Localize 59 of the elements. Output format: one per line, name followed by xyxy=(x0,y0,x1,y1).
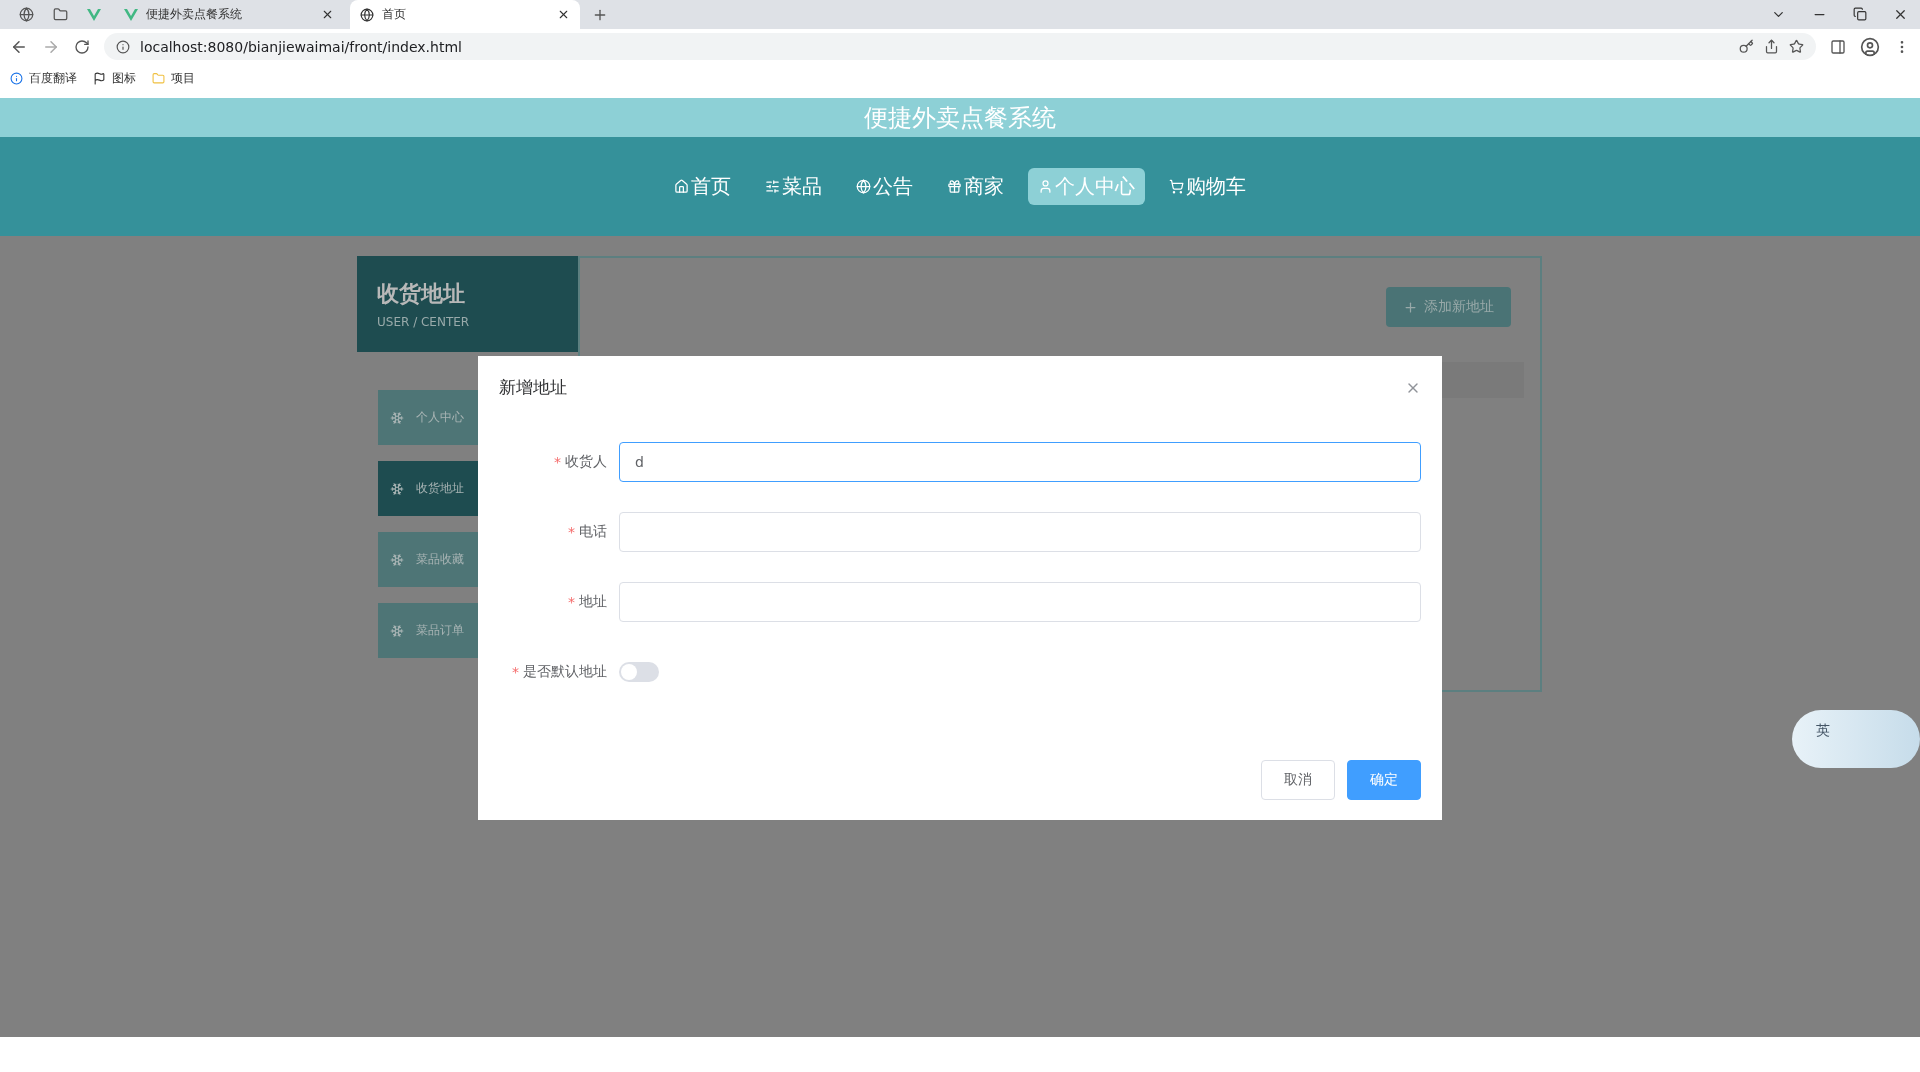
flag-icon xyxy=(93,71,106,85)
v-logo-icon xyxy=(124,8,138,21)
sidebar-title: 收货地址 xyxy=(377,280,466,308)
profile-icon[interactable] xyxy=(1860,36,1880,57)
field-label: 地址 xyxy=(579,593,607,611)
close-icon[interactable] xyxy=(321,8,334,21)
nav-item[interactable]: 商家 xyxy=(937,168,1014,205)
nav-item[interactable]: 首页 xyxy=(664,168,741,205)
side-panel-icon[interactable] xyxy=(1830,38,1846,55)
cart-icon xyxy=(1169,179,1184,194)
snowflake-icon xyxy=(390,623,404,638)
bookmark-star-icon[interactable] xyxy=(1789,39,1804,54)
input-field[interactable]: d xyxy=(619,442,1421,482)
address-bar[interactable]: localhost:8080/bianjiewaimai/front/index.html xyxy=(104,33,1816,60)
home-icon xyxy=(674,179,689,194)
info-icon xyxy=(10,71,23,85)
sliders-icon xyxy=(765,179,780,194)
share-icon[interactable] xyxy=(1764,39,1779,54)
close-icon[interactable] xyxy=(1893,7,1908,22)
input-field[interactable] xyxy=(619,582,1421,622)
bookmark-item[interactable]: 项目 xyxy=(152,69,195,87)
nav-item[interactable]: 菜品 xyxy=(755,168,832,205)
globe-icon[interactable] xyxy=(18,7,34,22)
toggle-switch[interactable] xyxy=(619,662,659,682)
browser-tab[interactable]: 首页 xyxy=(350,0,580,29)
key-icon[interactable] xyxy=(1739,39,1754,54)
reload-icon[interactable] xyxy=(74,38,90,55)
field-label: 收货人 xyxy=(565,453,607,471)
required-mark: * xyxy=(568,594,575,610)
folder-icon xyxy=(152,71,165,85)
globe-icon xyxy=(360,7,374,22)
restore-icon[interactable] xyxy=(1853,7,1867,21)
nav-item[interactable]: 公告 xyxy=(846,168,923,205)
globe-icon xyxy=(856,179,871,194)
snowflake-icon xyxy=(390,481,404,496)
ime-widget[interactable]: 英 xyxy=(1792,710,1920,768)
info-icon xyxy=(116,39,130,54)
nav-item[interactable]: 购物车 xyxy=(1159,168,1256,205)
browser-tab[interactable]: 便捷外卖点餐系统 xyxy=(114,0,344,29)
ime-mode-text: 英 xyxy=(1816,722,1830,740)
sidebar-subtitle: USER / CENTER xyxy=(377,315,471,329)
bookmark-item[interactable]: 百度翻译 xyxy=(10,69,77,87)
field-label: 电话 xyxy=(579,523,607,541)
field-label: 是否默认地址 xyxy=(523,663,607,681)
url-text: localhost:8080/bianjiewaimai/front/index.html xyxy=(140,38,462,55)
cancel-button[interactable]: 取消 xyxy=(1261,760,1335,800)
snowflake-icon xyxy=(390,410,404,425)
plus-icon xyxy=(1403,299,1418,315)
user-icon xyxy=(1038,179,1053,194)
required-mark: * xyxy=(554,454,561,470)
dialog-title: 新增地址 xyxy=(499,376,567,399)
required-mark: * xyxy=(568,524,575,540)
required-mark: * xyxy=(512,664,519,680)
gift-icon xyxy=(947,179,962,194)
close-icon[interactable] xyxy=(557,8,570,21)
bookmark-item[interactable]: 图标 xyxy=(93,69,136,87)
site-title: 便捷外卖点餐系统 xyxy=(864,102,1056,134)
snowflake-icon xyxy=(390,552,404,567)
input-field[interactable] xyxy=(619,512,1421,552)
